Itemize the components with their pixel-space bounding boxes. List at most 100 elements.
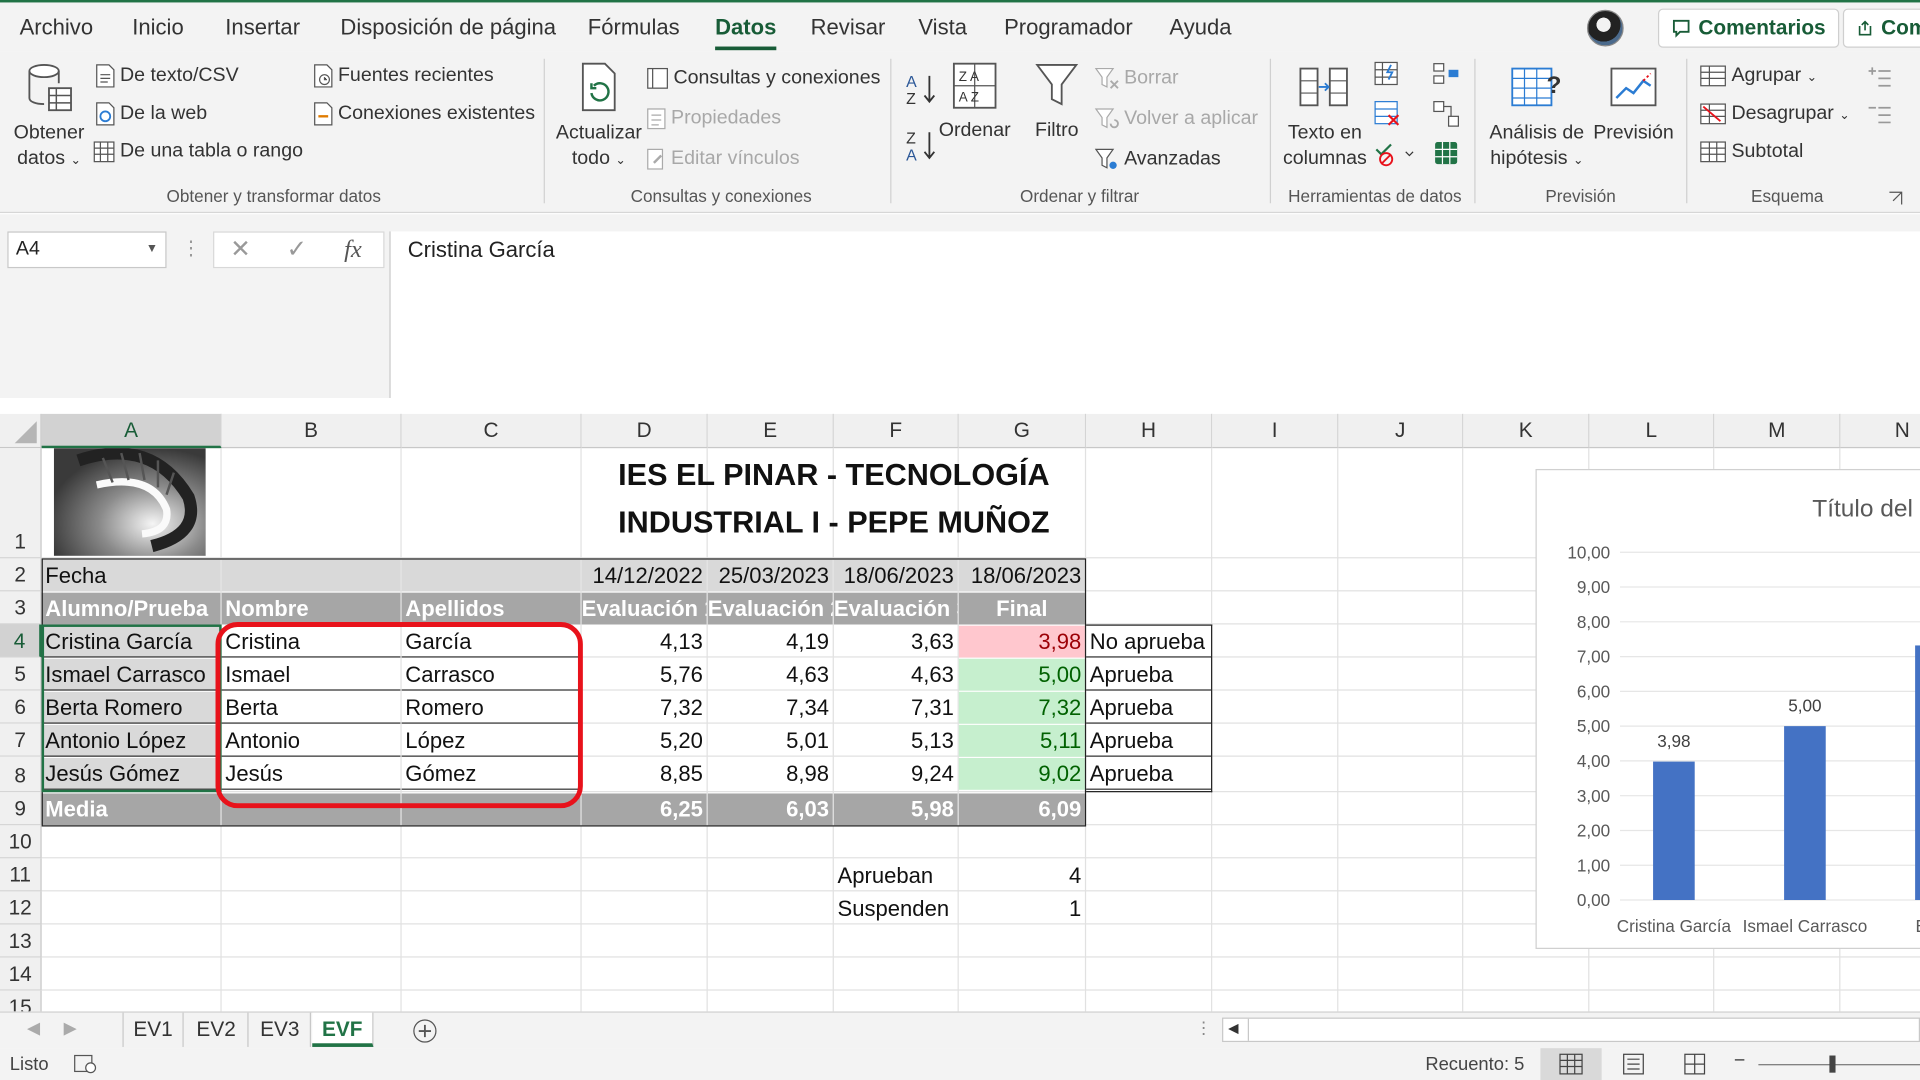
cell-a2[interactable]: Fecha (41, 559, 221, 592)
column-header-a[interactable]: A (41, 413, 222, 449)
tab-insertar[interactable]: Insertar (225, 15, 300, 41)
cell-d4[interactable]: 4,13 (582, 626, 707, 658)
ungroup-button[interactable]: Desagrupar ⌄ (1700, 102, 1850, 129)
accessibility-icon[interactable] (73, 1053, 97, 1075)
sort-button[interactable]: Z A A Z Ordenar (938, 61, 1011, 143)
zoom-slider-thumb[interactable] (1829, 1055, 1836, 1073)
dialog-launcher-icon[interactable] (1888, 191, 1903, 206)
cell-a4[interactable]: Cristina García (41, 625, 221, 658)
cell-g8[interactable]: 9,02 (958, 757, 1085, 790)
text-to-columns-button[interactable]: Texto en columnas (1281, 61, 1369, 171)
confirm-icon[interactable]: ✓ (287, 231, 308, 268)
comments-button[interactable]: Comentarios (1657, 8, 1840, 48)
column-header-e[interactable]: E (707, 413, 834, 449)
add-sheet-icon[interactable] (411, 1018, 438, 1045)
cell-f12[interactable]: Suspenden (834, 893, 958, 925)
cell-f7[interactable]: 5,13 (834, 725, 958, 757)
refresh-all-button[interactable]: Actualizar todo ⌄ (556, 61, 642, 174)
page-layout-icon[interactable] (1621, 1053, 1645, 1075)
more-options-icon[interactable]: ⋮ (181, 231, 201, 268)
cell-c3[interactable]: Apellidos (401, 592, 581, 625)
from-text-button[interactable]: De texto/CSV (96, 64, 239, 89)
row-header-5[interactable]: 5 (0, 657, 42, 691)
cell-g12[interactable]: 1 (959, 893, 1085, 925)
relationships-icon[interactable] (1433, 100, 1460, 127)
zoom-slider[interactable] (1758, 1064, 1920, 1066)
row-header-1[interactable]: 1 (0, 448, 42, 559)
column-header-h[interactable]: H (1086, 413, 1213, 449)
cell-a3[interactable]: Alumno/Prueba (41, 592, 221, 625)
more-options-icon[interactable]: ⋮ (1195, 1018, 1212, 1039)
cell-f3[interactable]: Evaluación 3 (833, 592, 958, 625)
cell-e6[interactable]: 7,34 (708, 692, 833, 724)
cell-d6[interactable]: 7,32 (582, 692, 707, 724)
scroll-left-arrow-icon[interactable]: ◀ (1228, 1020, 1238, 1036)
cell-e9[interactable]: 6,03 (707, 793, 833, 826)
tab-revisar[interactable]: Revisar (811, 15, 886, 41)
cell-g4[interactable]: 3,98 (958, 625, 1085, 658)
sort-za-button[interactable]: ZA (904, 127, 938, 166)
row-header-13[interactable]: 13 (0, 924, 42, 958)
column-header-l[interactable]: L (1589, 413, 1715, 449)
cell-f4[interactable]: 3,63 (834, 626, 958, 658)
cell-a5[interactable]: Ismael Carrasco (41, 658, 221, 691)
column-header-j[interactable]: J (1338, 413, 1464, 449)
row-header-2[interactable]: 2 (0, 558, 42, 592)
forecast-sheet-button[interactable]: Previsión (1592, 61, 1675, 145)
cell-a8[interactable]: Jesús Gómez (41, 757, 221, 790)
cell-b2[interactable] (221, 559, 401, 592)
cell-e7[interactable]: 5,01 (708, 725, 833, 757)
column-header-m[interactable]: M (1714, 413, 1841, 449)
cell-d3[interactable]: Evaluación 1 (581, 592, 707, 625)
consolidate-icon[interactable] (1433, 61, 1460, 88)
tab-formulas[interactable]: Fórmulas (588, 15, 680, 41)
tab-programador[interactable]: Programador (1004, 15, 1133, 41)
cell-h6[interactable]: Aprueba (1086, 692, 1212, 724)
cell-e5[interactable]: 4,63 (708, 659, 833, 691)
formula-input[interactable]: Cristina García (389, 231, 1920, 398)
cell-g9[interactable]: 6,09 (958, 793, 1085, 826)
row-header-15[interactable]: 15 (0, 990, 42, 1012)
row-header-3[interactable]: 3 (0, 591, 42, 625)
cell-a7[interactable]: Antonio López (41, 724, 221, 757)
from-table-button[interactable]: De una tabla o rango (93, 140, 303, 164)
scroll-right-icon[interactable]: ▶ (64, 1018, 77, 1039)
cell-e2[interactable]: 25/03/2023 (707, 559, 833, 592)
cell-h5[interactable]: Aprueba (1086, 659, 1212, 691)
zoom-out-icon[interactable]: − (1734, 1051, 1745, 1073)
cell-g6[interactable]: 7,32 (958, 691, 1085, 724)
grades-chart[interactable]: Título del 0,00 1,00 2,00 3,00 4,00 5,00 6,00 7,… (1535, 468, 1920, 949)
sheet-tab-ev1[interactable]: EV1 (122, 1012, 184, 1047)
tab-ayuda[interactable]: Ayuda (1169, 15, 1231, 41)
column-header-n[interactable]: N (1840, 413, 1920, 449)
column-header-i[interactable]: I (1212, 413, 1339, 449)
insert-function-icon[interactable]: fx (344, 231, 362, 268)
row-header-10[interactable]: 10 (0, 825, 42, 859)
cell-f2[interactable]: 18/06/2023 (833, 559, 958, 592)
column-header-c[interactable]: C (401, 413, 582, 449)
column-header-f[interactable]: F (833, 413, 959, 449)
cell-b3[interactable]: Nombre (221, 592, 401, 625)
row-header-12[interactable]: 12 (0, 891, 42, 925)
sheet-tab-ev3[interactable]: EV3 (250, 1012, 312, 1047)
get-data-button[interactable]: Obtener datos ⌄ (7, 61, 90, 174)
scroll-left-icon[interactable]: ◀ (27, 1018, 40, 1039)
row-header-4[interactable]: 4 (0, 624, 42, 658)
show-detail-icon[interactable] (1866, 66, 1893, 88)
cell-e4[interactable]: 4,19 (708, 626, 833, 658)
column-header-g[interactable]: G (958, 413, 1087, 449)
chevron-down-icon[interactable]: ▼ (146, 233, 158, 267)
cell-g2[interactable]: 18/06/2023 (958, 559, 1085, 592)
cell-h4[interactable]: No aprueba (1086, 626, 1212, 658)
edit-links-button[interactable]: Editar vínculos (647, 147, 800, 171)
row-header-6[interactable]: 6 (0, 690, 42, 724)
cell-g11[interactable]: 4 (959, 860, 1085, 892)
select-all-corner[interactable] (0, 413, 42, 449)
tab-archivo[interactable]: Archivo (20, 15, 94, 41)
cell-a9[interactable]: Media (41, 793, 221, 826)
column-header-b[interactable]: B (221, 413, 402, 449)
sort-az-button[interactable]: AZ (904, 71, 938, 110)
cell-d7[interactable]: 5,20 (582, 725, 707, 757)
queries-connections-button[interactable]: Consultas y conexiones (647, 66, 880, 90)
from-web-button[interactable]: De la web (96, 102, 207, 127)
